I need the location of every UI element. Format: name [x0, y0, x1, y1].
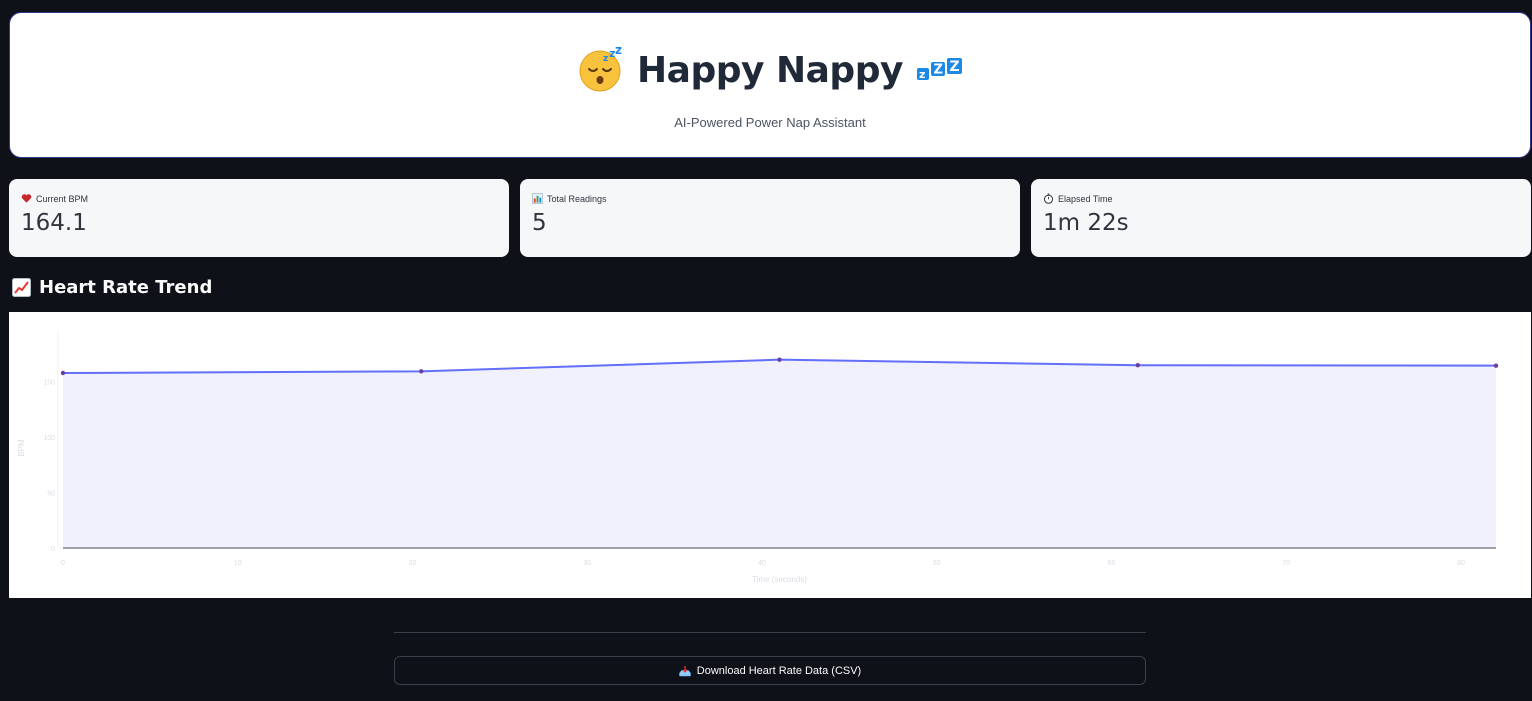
- divider: [394, 632, 1146, 633]
- heart-rate-chart[interactable]: 0 50 100 150 0 10 20 30 40 50 60 70 80 Time (seconds)…: [9, 312, 1531, 598]
- bar-chart-icon: [532, 193, 543, 204]
- x-tick-label: 30: [583, 560, 591, 567]
- svg-text:Z: Z: [949, 59, 959, 75]
- data-point: [777, 357, 782, 362]
- download-csv-button[interactable]: Download Heart Rate Data (CSV): [394, 656, 1146, 685]
- x-tick-label: 70: [1282, 560, 1290, 567]
- chart-svg: 0 50 100 150 0 10 20 30 40 50 60 70 80 Time (seconds)…: [17, 332, 1499, 584]
- data-point: [60, 370, 66, 376]
- app-subtitle: AI-Powered Power Nap Assistant: [674, 115, 866, 130]
- metric-label: Total Readings: [547, 193, 607, 204]
- metric-label-row: Current BPM: [21, 193, 497, 204]
- metric-label-row: Elapsed Time: [1043, 193, 1519, 204]
- x-tick-label: 60: [1108, 560, 1116, 567]
- x-tick-label: 50: [933, 560, 941, 567]
- section-heading: Heart Rate Trend: [12, 277, 212, 298]
- y-axis-title: BPM: [17, 439, 26, 457]
- metric-elapsed-time: Elapsed Time 1m 22s: [1031, 179, 1531, 257]
- y-tick-label: 50: [47, 490, 55, 497]
- y-tick-label: 150: [43, 379, 55, 386]
- metric-value: 5: [532, 210, 547, 236]
- svg-text:z: z: [615, 47, 622, 57]
- sleeping-face-icon: z z z: [579, 47, 622, 92]
- x-tick-label: 0: [61, 560, 65, 567]
- metric-value: 164.1: [21, 210, 87, 236]
- data-point: [1493, 363, 1499, 368]
- stopwatch-icon: [1043, 193, 1054, 204]
- x-axis-title: Time (seconds): [752, 575, 807, 584]
- svg-text:Z: Z: [933, 63, 942, 78]
- title-row: z z z Happy Nappy z Z Z: [577, 47, 963, 93]
- x-tick-label: 80: [1457, 560, 1465, 567]
- header-card: z z z Happy Nappy z Z Z AI-Powered Power…: [9, 12, 1531, 158]
- download-label: Download Heart Rate Data (CSV): [696, 664, 862, 677]
- svg-text:z: z: [919, 68, 925, 81]
- metric-label-row: Total Readings: [532, 193, 1008, 204]
- metric-value: 1m 22s: [1043, 210, 1129, 236]
- svg-text:z: z: [603, 54, 608, 64]
- heart-icon: [21, 194, 32, 203]
- data-point: [1135, 363, 1140, 368]
- series-area: [63, 359, 1496, 548]
- data-point: [419, 369, 424, 374]
- x-tick-label: 20: [409, 560, 417, 567]
- app-title: Happy Nappy: [637, 49, 903, 91]
- metric-current-bpm: Current BPM 164.1: [9, 179, 509, 257]
- y-tick-label: 100: [43, 435, 55, 442]
- x-tick-label: 10: [234, 560, 242, 567]
- app-root: z z z Happy Nappy z Z Z AI-Powered Power…: [0, 0, 1532, 701]
- inbox-tray-icon: [679, 665, 691, 676]
- metric-total-readings: Total Readings 5: [520, 179, 1020, 257]
- metric-label: Current BPM: [36, 193, 89, 204]
- zzz-icon: z Z Z: [916, 58, 962, 81]
- metric-label: Elapsed Time: [1058, 193, 1113, 204]
- chart-increasing-icon: [12, 278, 31, 297]
- x-tick-label: 40: [758, 560, 766, 567]
- y-tick-label: 0: [51, 546, 55, 553]
- section-title: Heart Rate Trend: [39, 277, 213, 298]
